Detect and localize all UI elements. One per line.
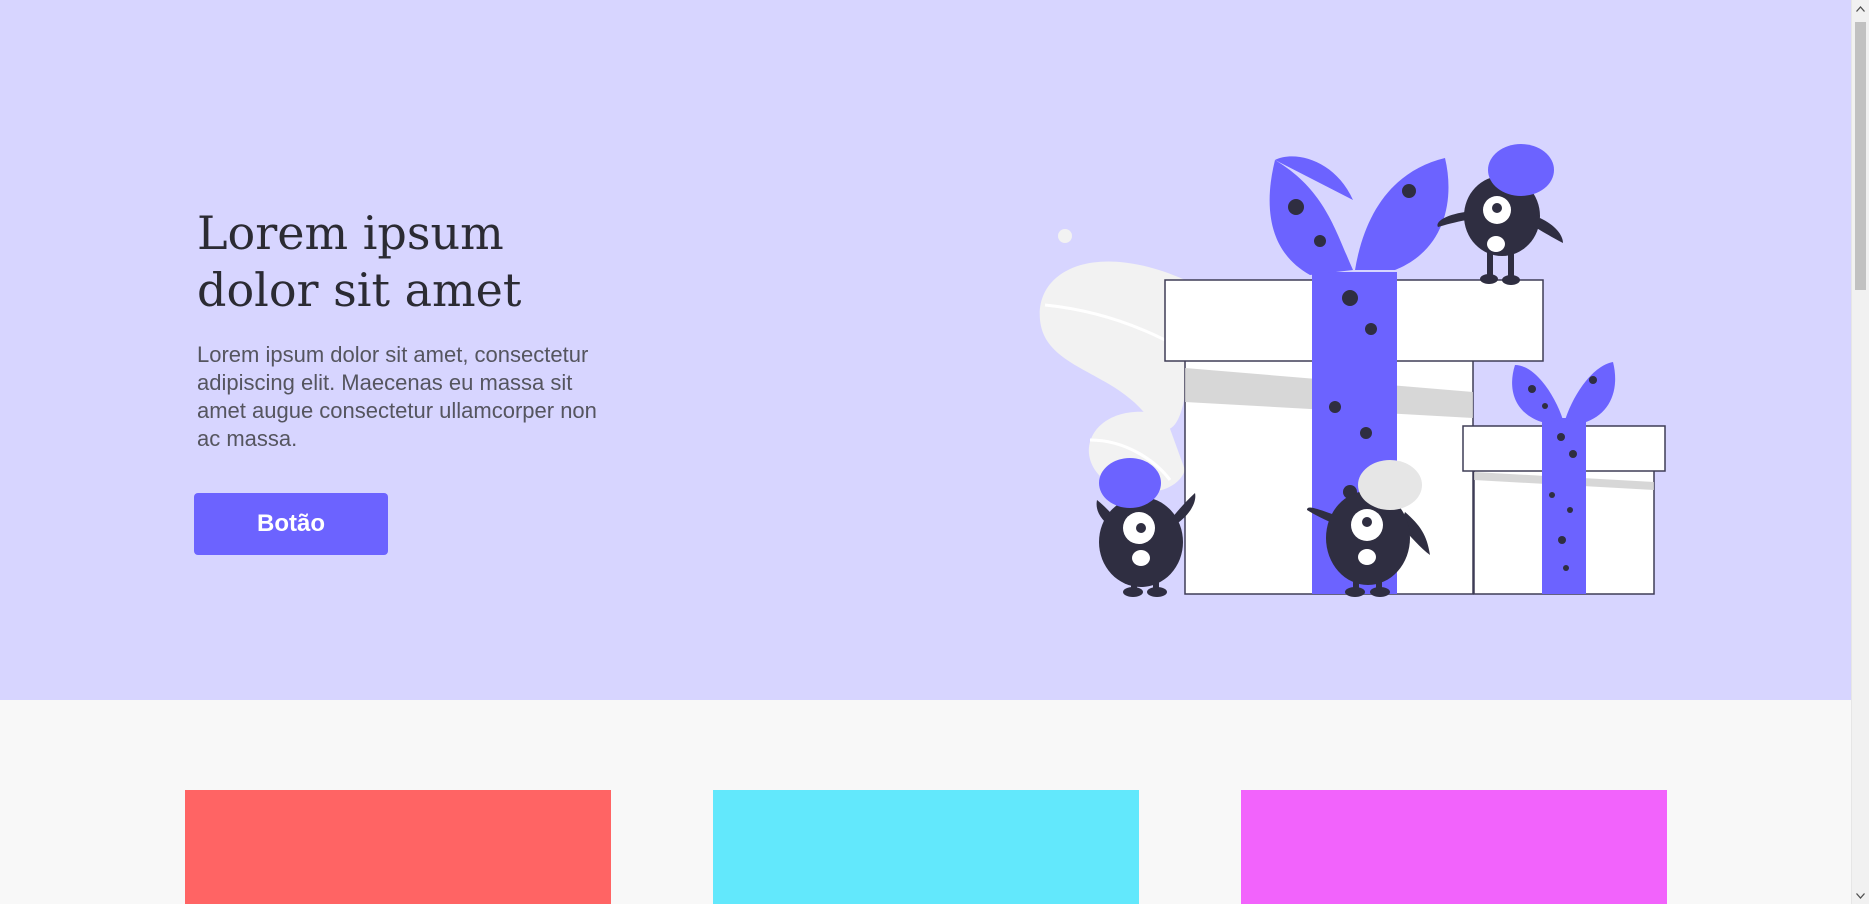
scrollbar-thumb[interactable]: [1855, 22, 1866, 290]
hero-title: Lorem ipsum dolor sit amet: [197, 206, 522, 317]
gift-boxes-illustration: [1039, 144, 1666, 597]
cards-section: [0, 700, 1851, 904]
monster-top-icon: [1437, 144, 1563, 285]
monster-left-icon: [1096, 458, 1196, 597]
card-red: [185, 790, 611, 904]
card-magenta: [1241, 790, 1667, 904]
hero-section: Lorem ipsum dolor sit amet Lorem ipsum d…: [0, 0, 1851, 700]
small-gift-box: [1462, 362, 1666, 595]
card-cyan: [713, 790, 1139, 904]
scroll-down-icon[interactable]: [1852, 887, 1869, 904]
scroll-up-icon[interactable]: [1852, 0, 1869, 17]
hero-button[interactable]: Botão: [194, 493, 388, 555]
hero-description: Lorem ipsum dolor sit amet, consectetur …: [197, 342, 597, 451]
page: Lorem ipsum dolor sit amet Lorem ipsum d…: [0, 0, 1851, 904]
vertical-scrollbar[interactable]: [1851, 0, 1869, 904]
